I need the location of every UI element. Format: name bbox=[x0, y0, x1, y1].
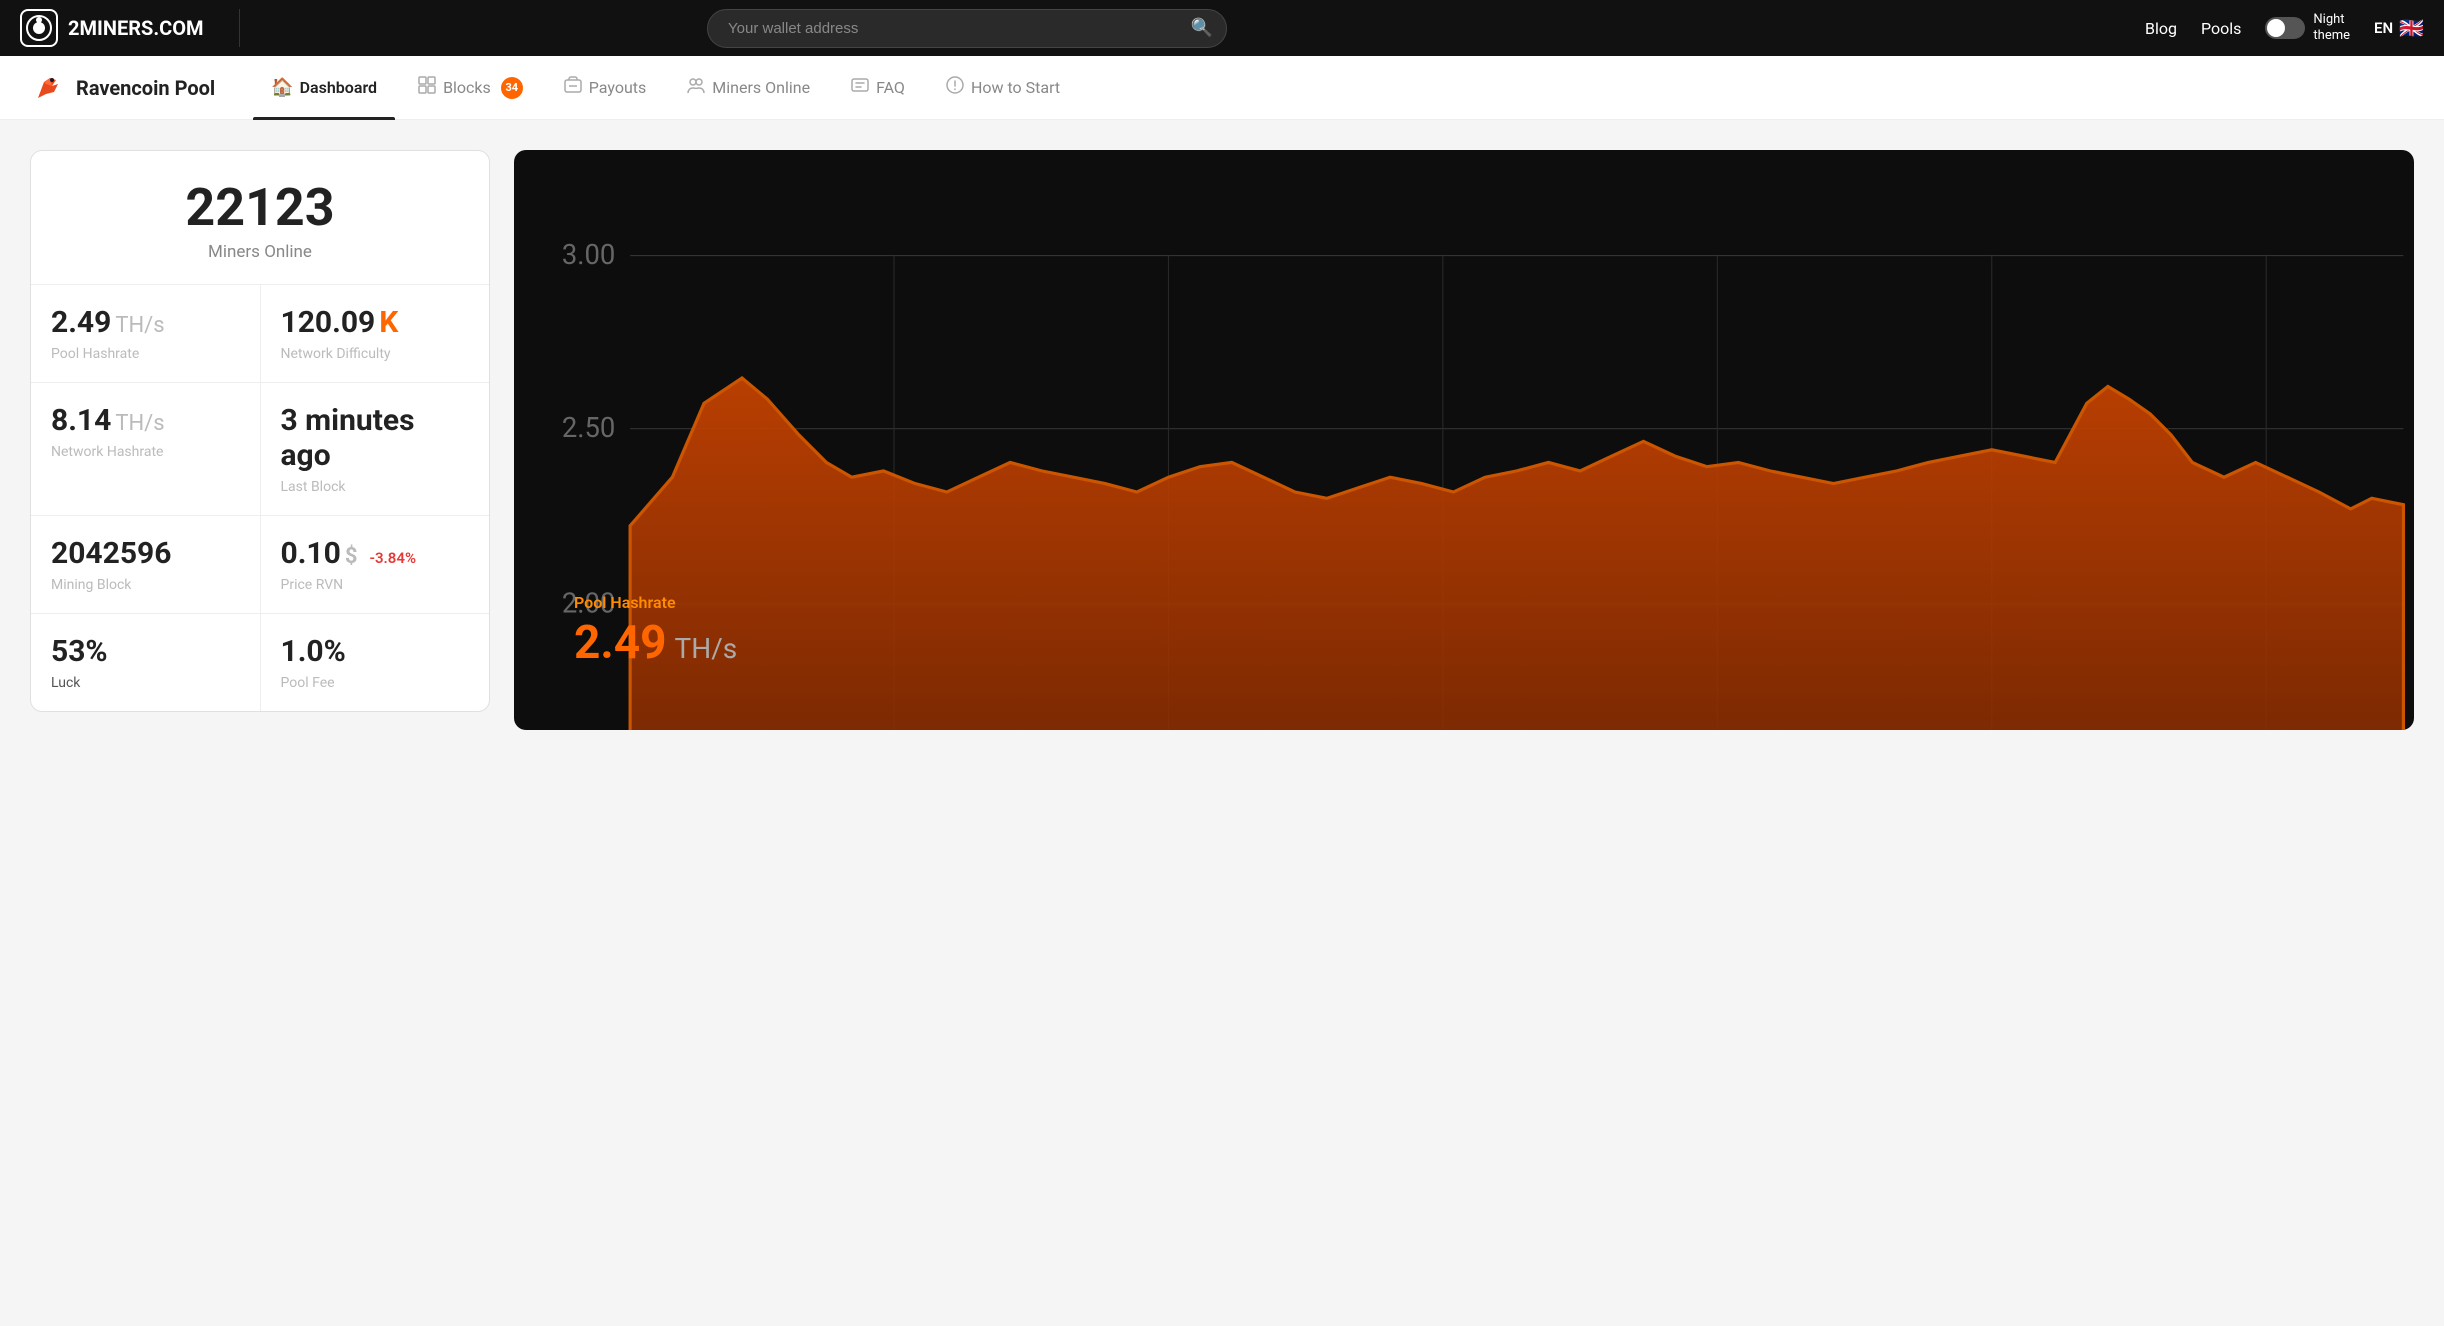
price-label: Price RVN bbox=[281, 577, 470, 593]
network-difficulty-label: Network Difficulty bbox=[281, 346, 470, 362]
mining-block-label: Mining Block bbox=[51, 577, 240, 593]
price-value: 0.10 $ -3.84% bbox=[281, 536, 470, 571]
nav-dashboard[interactable]: 🏠 Dashboard bbox=[253, 56, 395, 120]
luck-fee-row: 53% Luck 1.0% Pool Fee bbox=[31, 614, 489, 711]
network-hashrate-lastblock-row: 8.14 TH/s Network Hashrate 3 minutes ago… bbox=[31, 383, 489, 516]
night-theme-toggle[interactable]: Night theme bbox=[2265, 12, 2350, 43]
flag-icon: 🇬🇧 bbox=[2399, 16, 2424, 40]
svg-text:3.00: 3.00 bbox=[562, 239, 615, 271]
night-theme-label: Night theme bbox=[2313, 12, 2350, 43]
network-difficulty-cell: 120.09 K Network Difficulty bbox=[260, 285, 490, 382]
network-difficulty-value: 120.09 K bbox=[281, 305, 470, 340]
lang-label: EN bbox=[2374, 19, 2393, 37]
stats-panel: 22123 Miners Online 2.49 TH/s Pool Hashr… bbox=[30, 150, 490, 712]
pool-fee-cell: 1.0% Pool Fee bbox=[260, 614, 490, 711]
miners-online-section: 22123 Miners Online bbox=[31, 151, 489, 285]
miners-label: Miners Online bbox=[51, 242, 469, 262]
toggle-switch[interactable] bbox=[2265, 17, 2305, 39]
logo-area: 2MINERS.COM bbox=[20, 9, 240, 47]
nav-blocks[interactable]: Blocks 34 bbox=[399, 56, 541, 120]
top-nav-right: Blog Pools Night theme EN 🇬🇧 bbox=[2145, 12, 2424, 43]
nav-payouts[interactable]: Payouts bbox=[545, 56, 664, 120]
svg-text:2.50: 2.50 bbox=[562, 412, 615, 444]
price-change-badge: -3.84% bbox=[369, 549, 416, 567]
search-button[interactable]: 🔍 bbox=[1191, 18, 1213, 39]
mining-block-value: 2042596 bbox=[51, 536, 240, 571]
pool-name: Ravencoin Pool bbox=[76, 76, 215, 100]
blog-link[interactable]: Blog bbox=[2145, 19, 2177, 38]
miners-count: 22123 bbox=[51, 179, 469, 236]
pools-link[interactable]: Pools bbox=[2201, 19, 2241, 38]
pool-fee-label: Pool Fee bbox=[281, 675, 470, 691]
chart-label: Pool Hashrate bbox=[574, 593, 737, 612]
wallet-search-input[interactable] bbox=[707, 9, 1227, 48]
price-cell: 0.10 $ -3.84% Price RVN bbox=[260, 516, 490, 613]
hashrate-chart: 3.00 2.50 2.00 1.50 1.00 0.50 0.00 bbox=[514, 150, 2414, 730]
pool-hashrate-cell: 2.49 TH/s Pool Hashrate bbox=[31, 285, 260, 382]
how-to-start-label: How to Start bbox=[971, 78, 1060, 97]
language-selector[interactable]: EN 🇬🇧 bbox=[2374, 16, 2424, 40]
mining-block-cell: 2042596 Mining Block bbox=[31, 516, 260, 613]
sub-nav: Ravencoin Pool 🏠 Dashboard Blocks 34 bbox=[0, 56, 2444, 120]
blocks-badge: 34 bbox=[501, 77, 523, 99]
mining-block-price-row: 2042596 Mining Block 0.10 $ -3.84% Price… bbox=[31, 516, 489, 614]
last-block-label: Last Block bbox=[281, 479, 470, 495]
last-block-cell: 3 minutes ago Last Block bbox=[260, 383, 490, 515]
nav-miners[interactable]: Miners Online bbox=[668, 56, 828, 120]
luck-label: Luck bbox=[51, 675, 240, 691]
pool-fee-value: 1.0% bbox=[281, 634, 470, 669]
faq-label: FAQ bbox=[876, 78, 905, 97]
sub-nav-items: 🏠 Dashboard Blocks 34 bbox=[253, 56, 1078, 120]
pool-hashrate-label: Pool Hashrate bbox=[51, 346, 240, 362]
hashrate-difficulty-row: 2.49 TH/s Pool Hashrate 120.09 K Network… bbox=[31, 285, 489, 383]
top-nav: 2MINERS.COM 🔍 Blog Pools Night theme EN … bbox=[0, 0, 2444, 56]
nav-faq[interactable]: FAQ bbox=[832, 56, 923, 120]
payouts-label: Payouts bbox=[589, 78, 646, 97]
faq-icon bbox=[850, 75, 870, 100]
logo-icon bbox=[20, 9, 58, 47]
main-content: 22123 Miners Online 2.49 TH/s Pool Hashr… bbox=[0, 120, 2444, 730]
chart-value: 2.49 TH/s bbox=[574, 616, 737, 670]
luck-value: 53% bbox=[51, 634, 240, 669]
pool-hashrate-value: 2.49 TH/s bbox=[51, 305, 240, 340]
network-hashrate-value: 8.14 TH/s bbox=[51, 403, 240, 438]
dashboard-label: Dashboard bbox=[300, 78, 377, 97]
network-hashrate-label: Network Hashrate bbox=[51, 444, 240, 460]
logo-text: 2MINERS.COM bbox=[68, 16, 204, 40]
dashboard-icon: 🏠 bbox=[271, 77, 293, 98]
raven-icon bbox=[30, 70, 66, 106]
nav-how-to-start[interactable]: How to Start bbox=[927, 56, 1078, 120]
miners-online-label: Miners Online bbox=[712, 78, 810, 97]
pool-brand: Ravencoin Pool bbox=[30, 70, 215, 106]
chart-area: 3.00 2.50 2.00 1.50 1.00 0.50 0.00 Pool … bbox=[514, 150, 2414, 730]
last-block-value: 3 minutes ago bbox=[281, 403, 470, 473]
search-bar[interactable]: 🔍 bbox=[707, 9, 1227, 48]
how-to-start-icon bbox=[945, 75, 965, 100]
network-hashrate-cell: 8.14 TH/s Network Hashrate bbox=[31, 383, 260, 515]
chart-overlay: Pool Hashrate 2.49 TH/s bbox=[574, 593, 737, 670]
blocks-label: Blocks bbox=[443, 78, 491, 97]
miners-icon bbox=[686, 75, 706, 100]
luck-cell: 53% Luck bbox=[31, 614, 260, 711]
payouts-icon bbox=[563, 75, 583, 100]
blocks-icon bbox=[417, 75, 437, 100]
